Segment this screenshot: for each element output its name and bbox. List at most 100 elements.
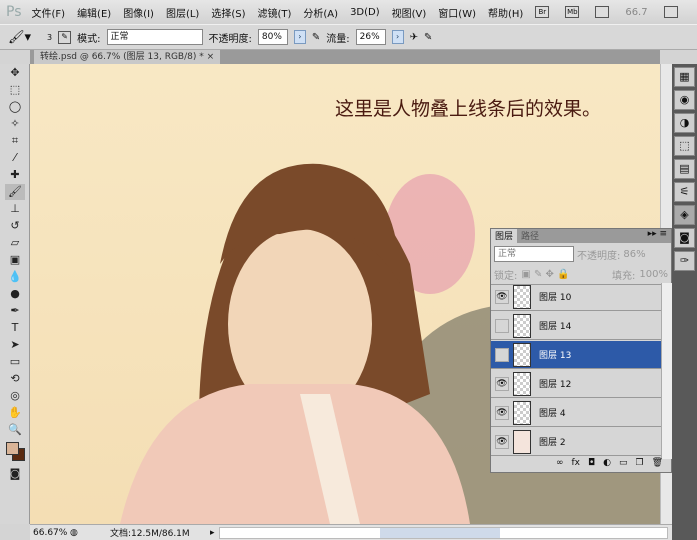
horizontal-scrollbar[interactable]	[218, 526, 668, 539]
layer-row-selected[interactable]: 图层 13	[491, 341, 661, 369]
blur-tool-icon[interactable]: 💧	[5, 269, 25, 285]
layer-name: 图层 2	[539, 438, 566, 448]
layer-row[interactable]: 👁 图层 4	[491, 399, 661, 427]
marquee-tool-icon[interactable]: ⬚	[5, 82, 25, 98]
panel-menu-icon[interactable]: ▸▸ ≡	[648, 229, 671, 243]
layers-scrollbar[interactable]	[661, 283, 672, 459]
bridge-button[interactable]: Br	[535, 6, 550, 18]
menu-select[interactable]: 选择(S)	[211, 5, 245, 20]
status-zoom[interactable]: 66.67%	[30, 528, 70, 538]
lasso-tool-icon[interactable]: ◯	[5, 99, 25, 115]
styles-icon[interactable]: ▤	[674, 159, 695, 179]
eyedropper-tool-icon[interactable]: ⁄	[5, 150, 25, 166]
close-tab-icon[interactable]: ×	[207, 52, 215, 62]
pressure-size-icon[interactable]: ✎	[424, 32, 432, 43]
zoom-level-dropdown[interactable]: 66.7	[625, 7, 647, 18]
shape-tool-icon[interactable]: ▭	[5, 354, 25, 370]
flow-slider-button[interactable]: ›	[391, 30, 404, 44]
pressure-opacity-icon[interactable]: ✎	[312, 32, 320, 43]
tab-layers[interactable]: 图层	[491, 229, 518, 243]
lock-icons[interactable]: ▣ ✎ ✥ 🔒	[521, 269, 569, 280]
layer-row[interactable]: 👁 图层 12	[491, 370, 661, 398]
menu-edit[interactable]: 编辑(E)	[77, 5, 111, 20]
layer-row[interactable]: 👁 图层 2	[491, 428, 661, 456]
visibility-eye-icon[interactable]: 👁	[495, 405, 509, 420]
type-tool-icon[interactable]: T	[5, 320, 25, 336]
trash-icon[interactable]: 🗑	[652, 458, 663, 472]
navigator-icon[interactable]: ▦	[674, 67, 695, 87]
menu-window[interactable]: 窗口(W)	[438, 5, 476, 20]
layer-opacity-input[interactable]: 86%	[623, 249, 645, 260]
visibility-toggle[interactable]	[495, 347, 509, 362]
document-tab[interactable]: 转绘.psd @ 66.7% (图层 13, RGB/8) * ×	[34, 50, 221, 64]
stamp-tool-icon[interactable]: ⊥	[5, 201, 25, 217]
menu-help[interactable]: 帮助(H)	[488, 5, 523, 20]
channels-icon[interactable]: ◙	[674, 228, 695, 248]
healing-brush-tool-icon[interactable]: ✚	[5, 167, 25, 183]
3d-orbit-tool-icon[interactable]: ◎	[5, 388, 25, 404]
layer-row[interactable]: 图层 14	[491, 312, 661, 340]
masks-icon[interactable]: ⬚	[674, 136, 695, 156]
adjustment-icon[interactable]: ◐	[603, 458, 611, 472]
flow-label: 流量:	[326, 33, 350, 45]
layer-row[interactable]: 👁 图层 10	[491, 283, 661, 311]
brush-presets-icon[interactable]: ⚟	[674, 182, 695, 202]
visibility-eye-icon[interactable]: 👁	[495, 289, 509, 304]
mask-icon[interactable]: ◘	[588, 458, 595, 472]
opacity-slider-button[interactable]: ›	[293, 30, 306, 44]
crop-tool-icon[interactable]: ⌗	[5, 133, 25, 149]
pen-tool-icon[interactable]: ✒	[5, 303, 25, 319]
history-brush-tool-icon[interactable]: ↺	[5, 218, 25, 234]
flow-input[interactable]: 26%	[355, 29, 386, 45]
visibility-eye-icon[interactable]: 👁	[495, 434, 509, 449]
path-select-tool-icon[interactable]: ➤	[5, 337, 25, 353]
brush-tool-preset-icon[interactable]: 🖌▾	[8, 30, 31, 45]
visibility-toggle[interactable]	[495, 318, 509, 333]
menu-image[interactable]: 图像(I)	[123, 5, 154, 20]
hand-tool-icon[interactable]: ✋	[5, 405, 25, 421]
layer-thumbnail	[513, 429, 531, 454]
color-icon[interactable]: ◉	[674, 90, 695, 110]
layers-panel-icon[interactable]: ◈	[674, 205, 695, 225]
3d-rotate-tool-icon[interactable]: ⟲	[5, 371, 25, 387]
mode-select[interactable]: 正常	[106, 29, 203, 45]
menu-filter[interactable]: 滤镜(T)	[257, 5, 291, 20]
fx-icon[interactable]: fx	[571, 458, 580, 472]
fill-input[interactable]: 100%	[639, 269, 668, 280]
eraser-tool-icon[interactable]: ▱	[5, 235, 25, 251]
menu-view[interactable]: 视图(V)	[392, 5, 427, 20]
gradient-tool-icon[interactable]: ▣	[5, 252, 25, 268]
minibridge-button[interactable]: Mb	[565, 6, 580, 18]
quick-select-tool-icon[interactable]: ✧	[5, 116, 25, 132]
tools-panel: ✥ ⬚ ◯ ✧ ⌗ ⁄ ✚ 🖌 ⊥ ↺ ▱ ▣ 💧 ● ✒ T ➤ ▭ ⟲ ◎ …	[0, 64, 30, 524]
menu-3d[interactable]: 3D(D)	[350, 7, 380, 18]
scroll-thumb[interactable]	[379, 527, 500, 538]
move-tool-icon[interactable]: ✥	[5, 65, 25, 81]
link-icon[interactable]: ∞	[556, 458, 564, 472]
brush-tool-icon[interactable]: 🖌	[5, 184, 25, 200]
group-icon[interactable]: ▭	[619, 458, 628, 472]
tab-paths[interactable]: 路径	[517, 229, 543, 243]
blend-mode-select[interactable]: 正常	[494, 246, 574, 262]
new-layer-icon[interactable]: ❐	[635, 458, 643, 472]
dodge-tool-icon[interactable]: ●	[5, 286, 25, 302]
quick-mask-icon[interactable]: ◙	[5, 466, 25, 482]
zoom-tool-icon[interactable]: 🔍	[5, 422, 25, 438]
paths-icon[interactable]: ✑	[674, 251, 695, 271]
color-swatches[interactable]	[4, 440, 25, 464]
visibility-eye-icon[interactable]: 👁	[495, 376, 509, 391]
brush-size[interactable]: 3	[47, 33, 52, 42]
airbrush-icon[interactable]: ✈	[410, 32, 418, 43]
menu-file[interactable]: 文件(F)	[32, 5, 66, 20]
adjustments-icon[interactable]: ◑	[674, 113, 695, 133]
brush-panel-toggle-icon[interactable]: ✎	[58, 30, 72, 44]
menu-layer[interactable]: 图层(L)	[166, 5, 199, 20]
arrange-documents-button[interactable]	[663, 6, 678, 18]
screen-mode-button[interactable]	[595, 6, 610, 18]
foreground-color-swatch[interactable]	[6, 442, 19, 455]
status-icon: ◍	[70, 527, 78, 538]
status-menu-arrow[interactable]: ▸	[210, 528, 215, 538]
menu-analysis[interactable]: 分析(A)	[303, 5, 338, 20]
opacity-input[interactable]: 80%	[257, 29, 288, 45]
panel-dock: ▦ ◉ ◑ ⬚ ▤ ⚟ ◈ ◙ ✑	[672, 64, 697, 540]
